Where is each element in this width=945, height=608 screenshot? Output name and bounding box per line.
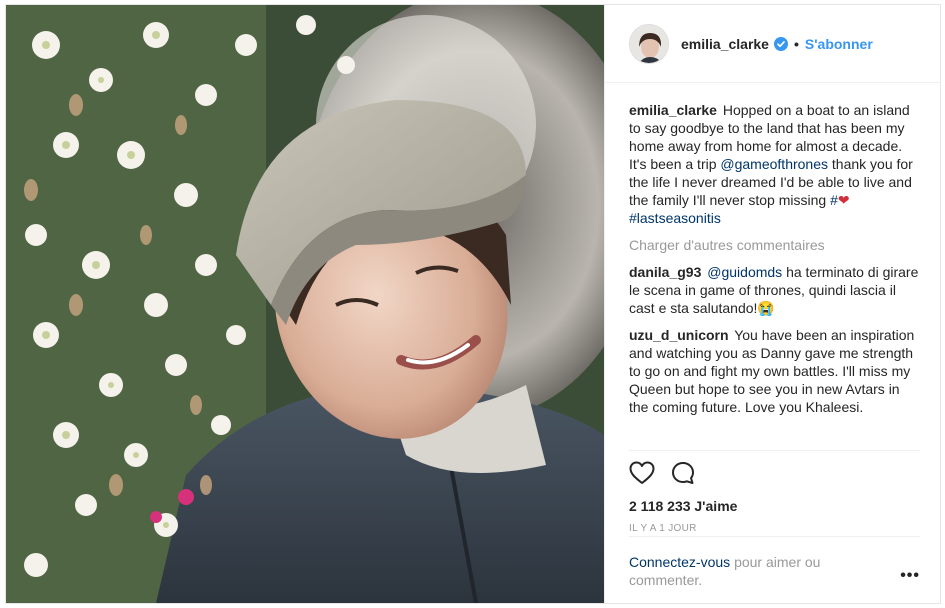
comment-bubble-icon[interactable] [671,461,695,485]
caption-author[interactable]: emilia_clarke [629,102,717,118]
comment-item: danila_g93 @guidomds ha terminato di gir… [629,263,920,317]
more-options-icon[interactable]: ••• [900,567,920,589]
avatar[interactable] [629,23,669,64]
broken-heart-emoji: ❤ [837,192,850,208]
post-timestamp[interactable]: IL Y A 1 JOUR [629,523,920,534]
load-more-comments-button[interactable]: Charger d'autres commentaires [629,236,920,254]
post-header: emilia_clarke • S'abonner [605,5,940,83]
caption-text-2: It's been a trip [629,156,717,172]
comment-item: uzu_d_unicorn You have been an inspirati… [629,326,920,416]
comments-list[interactable]: emilia_clarke Hopped on a boat to an isl… [605,83,940,450]
post-photo[interactable] [6,5,604,603]
login-link[interactable]: Connectez-vous [629,554,730,570]
post-actions [629,450,920,496]
comment-mention[interactable]: @guidomds [707,264,782,280]
comment-author[interactable]: uzu_d_unicorn [629,327,729,343]
separator-dot: • [793,35,799,52]
post-image-illustration [6,5,604,603]
heart-outline-icon[interactable] [629,461,655,485]
instagram-post: emilia_clarke • S'abonner emilia_clarke … [5,4,941,604]
login-prompt-text-wrapper: Connectez-vous pour aimer ou commenter. [629,553,859,589]
avatar-image [630,24,668,63]
comment-author[interactable]: danila_g93 [629,264,701,280]
login-prompt: Connectez-vous pour aimer ou commenter. … [629,536,920,589]
follow-button[interactable]: S'abonner [805,36,873,52]
post-side-panel: emilia_clarke • S'abonner emilia_clarke … [604,5,940,603]
likes-count[interactable]: 2 118 233 J'aime [629,496,920,514]
caption-mention[interactable]: @gameofthrones [720,156,828,172]
verified-badge-icon [773,36,788,51]
username-link[interactable]: emilia_clarke [681,36,769,52]
caption-hash-symbol[interactable]: # [830,192,838,208]
caption-hashtag[interactable]: #lastseasonitis [629,210,721,226]
caption: emilia_clarke Hopped on a boat to an isl… [629,101,920,227]
